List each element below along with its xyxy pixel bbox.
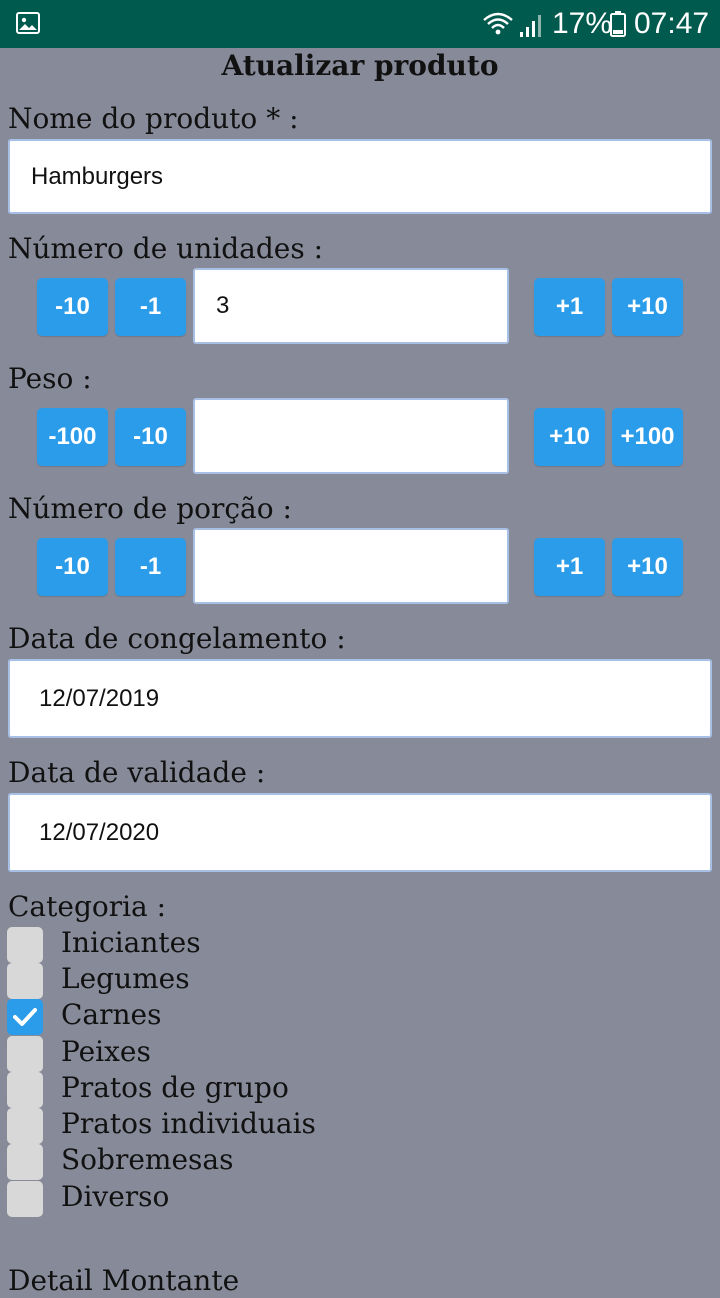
portions-minus-1-button[interactable]: -1 xyxy=(115,538,186,596)
expiry-date-input[interactable]: 12/07/2020 xyxy=(8,793,712,872)
freeze-date-input[interactable]: 12/07/2019 xyxy=(8,659,712,738)
portions-input[interactable] xyxy=(193,528,509,604)
category-checkbox[interactable] xyxy=(7,1072,43,1108)
portions-plus-1-button[interactable]: +1 xyxy=(534,538,605,596)
category-option-label: Iniciantes xyxy=(61,926,201,959)
expiry-date-value: 12/07/2020 xyxy=(39,818,160,846)
category-checkbox[interactable] xyxy=(7,1144,43,1180)
category-option-label: Legumes xyxy=(61,962,190,995)
product-name-label: Nome do produto * : xyxy=(8,102,299,135)
category-option-peixes[interactable]: Peixes xyxy=(0,1035,720,1072)
gallery-icon xyxy=(16,12,40,34)
category-option-iniciantes[interactable]: Iniciantes xyxy=(0,926,720,963)
expiry-date-label: Data de validade : xyxy=(8,756,266,789)
units-input[interactable]: 3 xyxy=(193,268,509,344)
category-checkbox[interactable] xyxy=(7,1036,43,1072)
weight-plus-10-button[interactable]: +10 xyxy=(534,408,605,466)
category-option-pratos-individuais[interactable]: Pratos individuais xyxy=(0,1107,720,1144)
category-option-label: Pratos individuais xyxy=(61,1107,316,1140)
category-option-label: Pratos de grupo xyxy=(61,1071,289,1104)
clock: 07:47 xyxy=(634,7,710,40)
weight-plus-100-button[interactable]: +100 xyxy=(612,408,683,466)
category-checkbox[interactable] xyxy=(7,1108,43,1144)
units-minus-10-button[interactable]: -10 xyxy=(37,278,108,336)
category-checkbox-checked[interactable] xyxy=(7,999,43,1035)
weight-minus-10-button[interactable]: -10 xyxy=(115,408,186,466)
units-plus-1-button[interactable]: +1 xyxy=(534,278,605,336)
category-checkbox[interactable] xyxy=(7,1181,43,1217)
battery-icon xyxy=(610,11,626,37)
category-option-label: Sobremesas xyxy=(61,1143,234,1176)
freeze-date-label: Data de congelamento : xyxy=(8,622,346,655)
status-bar: 17% 07:47 xyxy=(0,0,720,48)
category-label: Categoria : xyxy=(8,890,167,923)
units-minus-1-button[interactable]: -1 xyxy=(115,278,186,336)
category-checkbox[interactable] xyxy=(7,927,43,963)
page-title: Atualizar produto xyxy=(221,49,499,82)
detail-amount-label: Detail Montante xyxy=(8,1264,240,1297)
product-name-value: Hamburgers xyxy=(31,162,164,190)
category-option-carnes[interactable]: Carnes xyxy=(0,998,720,1035)
weight-minus-100-button[interactable]: -100 xyxy=(37,408,108,466)
category-option-diverso[interactable]: Diverso xyxy=(0,1180,720,1217)
portions-minus-10-button[interactable]: -10 xyxy=(37,538,108,596)
portions-plus-10-button[interactable]: +10 xyxy=(612,538,683,596)
units-plus-10-button[interactable]: +10 xyxy=(612,278,683,336)
category-option-pratos-de-grupo[interactable]: Pratos de grupo xyxy=(0,1071,720,1108)
signal-icon xyxy=(520,15,541,37)
freeze-date-value: 12/07/2019 xyxy=(39,684,160,712)
weight-label: Peso : xyxy=(8,362,92,395)
portions-label: Número de porção : xyxy=(8,492,292,525)
category-option-label: Carnes xyxy=(61,998,162,1031)
units-label: Número de unidades : xyxy=(8,232,324,265)
checkmark-icon xyxy=(13,1008,37,1026)
product-name-input[interactable]: Hamburgers xyxy=(8,139,712,214)
category-checkbox[interactable] xyxy=(7,963,43,999)
category-option-label: Peixes xyxy=(61,1035,151,1068)
category-option-legumes[interactable]: Legumes xyxy=(0,962,720,999)
weight-input[interactable] xyxy=(193,398,509,474)
units-value: 3 xyxy=(216,292,230,319)
category-option-sobremesas[interactable]: Sobremesas xyxy=(0,1143,720,1180)
category-option-label: Diverso xyxy=(61,1180,170,1213)
battery-percentage: 17% xyxy=(552,7,613,40)
wifi-icon xyxy=(483,12,513,35)
